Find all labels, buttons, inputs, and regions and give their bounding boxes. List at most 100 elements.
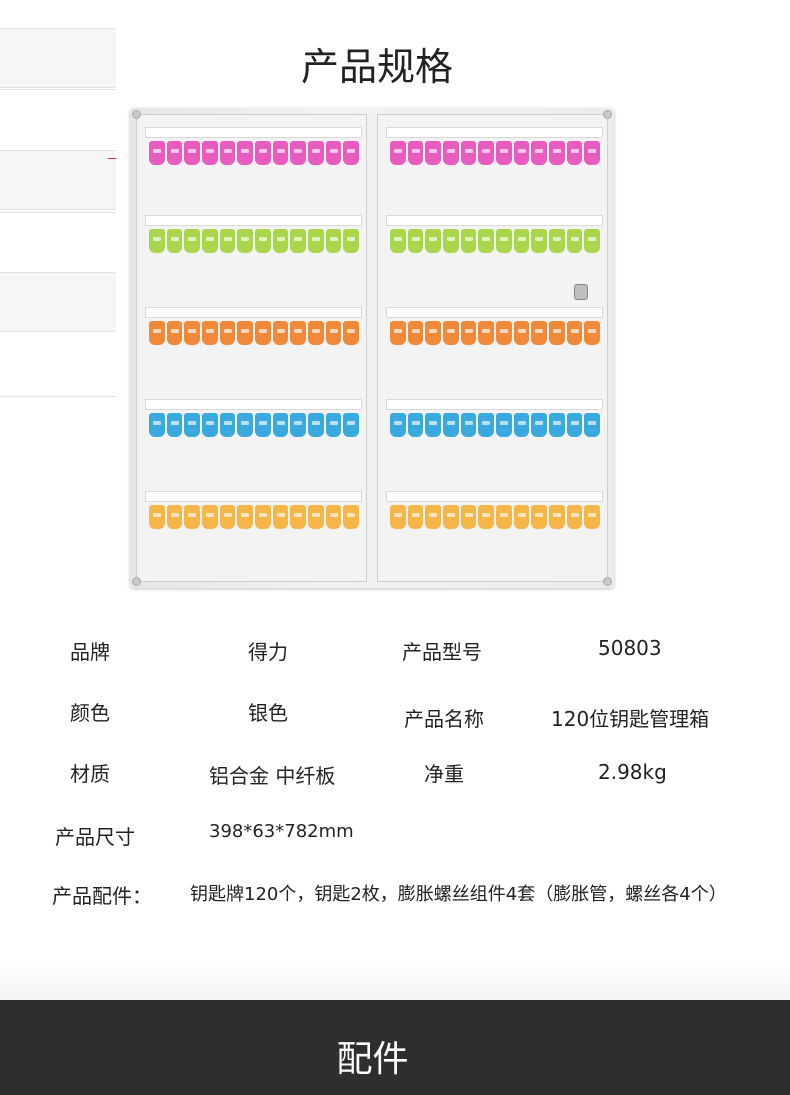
key-tag — [237, 141, 254, 165]
key-tag — [290, 141, 307, 165]
key-tag — [407, 321, 424, 345]
key-tag — [531, 229, 548, 253]
key-tag — [566, 141, 583, 165]
key-tag — [390, 229, 406, 253]
key-tag — [513, 141, 530, 165]
section-heading-accessories: 配件 — [336, 1039, 409, 1080]
key-tag — [202, 413, 218, 437]
size-value: 398*63*782mm — [209, 821, 354, 842]
key-tag-row — [149, 321, 360, 347]
section-footer-bar: 配件 — [0, 1000, 790, 1095]
key-tag — [219, 505, 236, 529]
key-tag — [149, 141, 165, 165]
key-tag — [443, 141, 459, 165]
key-tag — [425, 321, 442, 345]
key-tag — [184, 413, 201, 437]
key-tag — [478, 141, 495, 165]
key-tag — [390, 141, 406, 165]
key-tag — [460, 505, 477, 529]
key-tag — [549, 413, 565, 437]
key-tag — [496, 229, 512, 253]
size-label: 产品尺寸 — [55, 825, 135, 849]
footer-gradient — [0, 960, 790, 1000]
red-tick-mark — [108, 158, 116, 159]
key-tag — [425, 229, 442, 253]
key-tag — [308, 413, 324, 437]
key-tag — [443, 321, 459, 345]
key-tag — [308, 505, 324, 529]
key-tag — [290, 321, 307, 345]
key-tag — [443, 413, 459, 437]
key-tag — [272, 505, 289, 529]
key-tag-row — [149, 229, 360, 255]
key-tag — [390, 413, 406, 437]
accessories-value: 钥匙牌120个，钥匙2枚，膨胀螺丝组件4套（膨胀管，螺丝各4个） — [190, 884, 727, 905]
key-tag-row — [390, 141, 601, 167]
key-tag — [343, 321, 360, 345]
key-tag — [325, 321, 342, 345]
key-tag — [390, 505, 406, 529]
key-tag — [166, 505, 183, 529]
key-tag — [549, 505, 565, 529]
hook-rail — [145, 491, 362, 502]
screw-icon — [603, 110, 612, 119]
screw-icon — [132, 577, 141, 586]
key-tag — [255, 505, 271, 529]
key-tag-row — [390, 413, 601, 439]
key-tag — [460, 229, 477, 253]
key-tag — [343, 229, 360, 253]
key-tag — [531, 413, 548, 437]
key-tag — [308, 141, 324, 165]
hook-rail — [386, 127, 603, 138]
key-tag — [584, 505, 601, 529]
key-tag — [149, 229, 165, 253]
key-tag — [478, 505, 495, 529]
accessories-label: 产品配件： — [52, 884, 152, 908]
key-tag — [407, 505, 424, 529]
key-tag — [308, 229, 324, 253]
key-tag — [149, 505, 165, 529]
key-tag — [272, 413, 289, 437]
key-tag — [496, 505, 512, 529]
key-tag — [219, 229, 236, 253]
key-tag-row — [390, 229, 601, 255]
key-tag — [566, 321, 583, 345]
key-tag — [149, 321, 165, 345]
key-cabinet-image — [130, 108, 614, 588]
material-label: 材质 — [70, 762, 110, 786]
key-tag — [478, 229, 495, 253]
color-value: 银色 — [248, 701, 288, 725]
page-title: 产品规格 — [300, 45, 453, 89]
key-tag — [272, 229, 289, 253]
key-tag — [566, 505, 583, 529]
key-tag — [549, 229, 565, 253]
lock-icon — [574, 284, 588, 300]
brand-value: 得力 — [248, 640, 288, 664]
key-tag — [531, 505, 548, 529]
key-tag — [407, 229, 424, 253]
key-tag — [290, 413, 307, 437]
key-tag — [443, 229, 459, 253]
key-tag — [272, 321, 289, 345]
hook-rail — [145, 127, 362, 138]
key-tag — [202, 141, 218, 165]
key-tag — [184, 229, 201, 253]
side-panel-2 — [0, 150, 116, 210]
cabinet-door-right — [377, 114, 608, 582]
key-tag — [425, 141, 442, 165]
weight-label: 净重 — [424, 762, 464, 786]
hook-rail — [386, 215, 603, 226]
color-label: 颜色 — [70, 701, 110, 725]
key-tag — [255, 321, 271, 345]
key-tag-row — [390, 321, 601, 347]
key-tag — [460, 413, 477, 437]
key-tag-row — [149, 141, 360, 167]
key-tag — [566, 229, 583, 253]
key-tag — [219, 413, 236, 437]
key-tag — [443, 505, 459, 529]
key-tag — [325, 141, 342, 165]
key-tag-row — [149, 413, 360, 439]
key-tag — [219, 141, 236, 165]
key-tag — [513, 505, 530, 529]
hook-rail — [386, 399, 603, 410]
